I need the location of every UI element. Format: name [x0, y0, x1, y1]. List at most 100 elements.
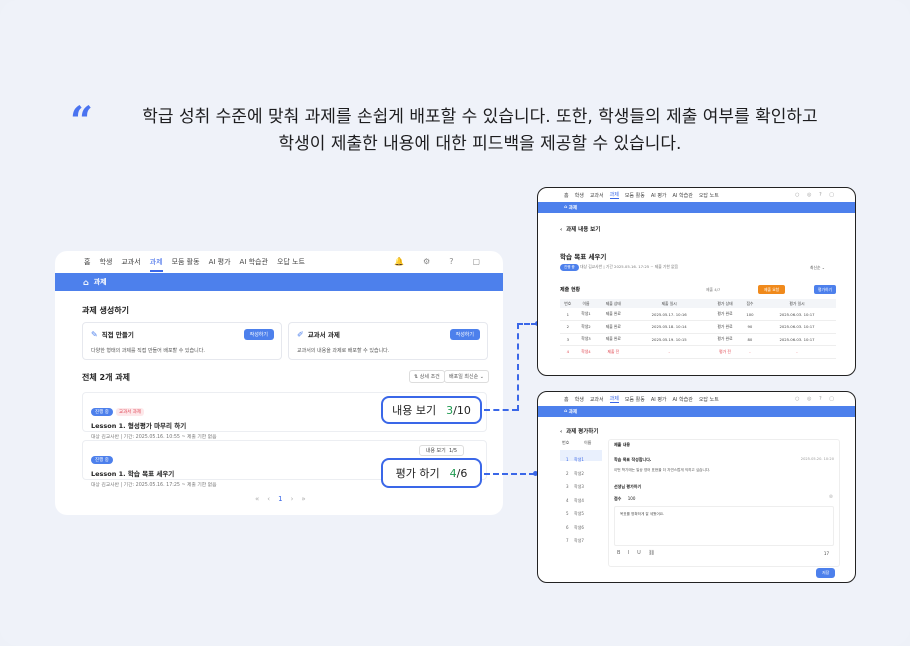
table-row[interactable]: 4 학생4 제출 전 - 평가 전-- [560, 345, 836, 359]
save-button[interactable]: 저장 [816, 568, 836, 578]
nav-item-wrong-note[interactable]: 오답 노트 [699, 192, 719, 199]
filter-label: 상세 조건 [419, 374, 440, 380]
top-nav: 홈 학생 교과서 과제 모둠 활동 AI 평가 AI 학습관 오답 노트 ○ ◎… [538, 188, 855, 202]
student-item[interactable]: 학생7 [574, 534, 584, 548]
score-row: 점수 100 [614, 496, 635, 502]
header-icons[interactable]: ○ ◎ ? ▢ [795, 192, 837, 198]
student-numbers: 1234567 [566, 457, 569, 543]
nav-item-ai-learning[interactable]: AI 학습관 [240, 257, 268, 267]
nav-item-group[interactable]: 모둠 활동 [625, 192, 645, 199]
sort-select[interactable]: 최신순 ⌄ [810, 265, 825, 271]
request-submit-button[interactable]: 제출 요청 [758, 285, 786, 294]
cell: 평가 전 [708, 345, 742, 359]
char-count: 17 [823, 551, 829, 556]
cell: 학생2 [575, 320, 597, 334]
col-header: 번호 [560, 299, 576, 308]
view-content-callout[interactable]: 내용 보기 3/10 [381, 396, 482, 424]
nav-item-wrong-note[interactable]: 오답 노트 [699, 396, 719, 403]
table-row[interactable]: 1 학생1 제출 완료 2025.05.17. 10:16 평가 완료 100 2025.0… [560, 308, 836, 321]
nav-item-assignment[interactable]: 과제 [149, 257, 163, 272]
breadcrumb: 과제 [93, 278, 107, 286]
nav-item-textbook[interactable]: 교과서 [590, 396, 604, 403]
back-title-row[interactable]: ‹ 과제 내용 보기 [560, 225, 600, 233]
grade-button[interactable]: 평가하기 [814, 285, 836, 294]
page-number[interactable]: 1 [278, 495, 282, 503]
format-toolbar[interactable]: B I U ⛓ [617, 550, 658, 556]
nav-item-ai-eval[interactable]: AI 평가 [651, 192, 667, 199]
top-nav: 홈 학생 교과서 과제 모둠 활동 AI 평가 AI 학습관 오답 노트 🔔 ⚙… [55, 251, 503, 273]
textbook-badge: 교과서 과제 [115, 408, 144, 416]
list-title: 전체 2개 과제 [82, 373, 130, 382]
nav-item-ai-eval[interactable]: AI 평가 [651, 396, 667, 403]
cell: 2025.06.03. 10:17 [757, 333, 836, 346]
grade-callout[interactable]: 평가 하기 4/6 [381, 458, 482, 488]
submission-table: 번호 이름 제출 상태 제출 일시 평가 상태 점수 평가 일시 1 학생1 제출 … [560, 299, 836, 359]
nav-item-students[interactable]: 학생 [99, 257, 112, 267]
col-name-header: 이름 [584, 440, 592, 445]
breadcrumb: 과제 [568, 409, 578, 415]
textbook-create-button[interactable]: 작성하기 [449, 329, 480, 340]
bell-icon[interactable]: 🔔 [394, 257, 404, 266]
view-content-button[interactable]: 내용 보기 1/5 [418, 445, 464, 456]
table-row[interactable]: 3 학생3 제출 완료 2025.05.19. 10:15 평가 완료 80 2025.06… [560, 333, 836, 346]
nav-item-textbook[interactable]: 교과서 [121, 257, 140, 267]
cell: 제출 완료 [596, 308, 631, 321]
help-icon[interactable]: ? [449, 257, 453, 266]
cell: 제출 완료 [596, 320, 631, 334]
nav-item-students[interactable]: 학생 [575, 396, 584, 403]
feedback-text: 목표를 명확하게 잘 세웠어요. [620, 512, 665, 516]
assignment-meta: 대상 김교사반 | 기간: 2025.05.16. 10:55 ~ 제출 기한 … [91, 435, 217, 440]
breadcrumb: 과제 [568, 205, 578, 211]
student-item[interactable]: 학생3 [574, 480, 584, 494]
back-title-row[interactable]: ‹ 과제 평가하기 [560, 427, 598, 435]
filter-button[interactable]: ⇅ 상세 조건 [409, 370, 445, 383]
assignment-meta: 대상 김교사반 | 기간 2025.05.16. 17:25 ~ 제출 기한 없… [580, 264, 679, 269]
nav-item-ai-learning[interactable]: AI 학습관 [673, 192, 693, 199]
nav-item-assignment[interactable]: 과제 [609, 395, 619, 403]
feedback-textarea[interactable]: 목표를 명확하게 잘 세웠어요. [614, 506, 834, 546]
nav-item-assignment[interactable]: 과제 [609, 191, 619, 199]
gear-icon[interactable]: ⚙ [423, 257, 430, 266]
page-title: 과제 내용 보기 [566, 227, 601, 233]
sort-select[interactable]: 배포일 최신순 ⌄ [444, 370, 489, 383]
nav-item-home[interactable]: 홈 [84, 257, 90, 267]
nav-item-home[interactable]: 홈 [564, 192, 569, 199]
cell: 평가 완료 [708, 308, 742, 321]
prev-page-icon[interactable]: ‹ [267, 495, 270, 503]
first-page-icon[interactable]: « [255, 495, 259, 503]
student-item[interactable]: 학생1 [574, 453, 584, 467]
student-item[interactable]: 학생5 [574, 507, 584, 521]
student-item[interactable]: 학생2 [574, 467, 584, 481]
nav-item-ai-learning[interactable]: AI 학습관 [673, 396, 693, 403]
textbook-create-card: ✐ 교과서 과제 교과서의 내용을 과제로 배포할 수 있습니다. 작성하기 [288, 322, 488, 360]
connector-line [484, 473, 535, 475]
student-item[interactable]: 학생4 [574, 494, 584, 508]
content-panel: 제출 내용 학습 목표 작성합니다. 2025.05.20. 10:20 이번 … [608, 439, 840, 567]
view-content-label: 내용 보기 [425, 448, 446, 454]
headline-line-2: 학생이 제출한 내용에 대한 피드백을 제공할 수 있습니다. [278, 134, 682, 154]
student-list[interactable]: 학생1 학생2 학생3 학생4 학생5 학생6 학생7 [574, 453, 584, 548]
nav-item-wrong-note[interactable]: 오답 노트 [277, 257, 305, 267]
header-icons[interactable]: ○ ◎ ? ▢ [795, 396, 837, 402]
clear-icon[interactable]: ⊗ [829, 494, 833, 500]
document-icon[interactable]: ▢ [472, 257, 480, 266]
book-icon: ✐ [297, 329, 304, 339]
nav-item-group[interactable]: 모둠 활동 [625, 396, 645, 403]
nav-item-students[interactable]: 학생 [575, 192, 584, 199]
view-content-screen: 홈 학생 교과서 과제 모둠 활동 AI 평가 AI 학습관 오답 노트 ○ ◎… [537, 187, 856, 376]
col-header: 평가 일시 [757, 299, 836, 308]
last-page-icon[interactable]: » [301, 495, 305, 503]
direct-create-button[interactable]: 작성하기 [243, 329, 274, 340]
table-row[interactable]: 2 학생2 제출 완료 2025.05.18. 10:14 평가 완료 90 2025.06… [560, 320, 836, 334]
nav-item-textbook[interactable]: 교과서 [590, 192, 604, 199]
connector-line [517, 323, 519, 411]
direct-title: 직접 만들기 [101, 331, 134, 339]
col-header: 이름 [575, 299, 597, 308]
chevron-down-icon: ⌄ [479, 374, 484, 380]
score-input[interactable]: 100 [628, 496, 636, 501]
nav-item-home[interactable]: 홈 [564, 396, 569, 403]
student-item[interactable]: 학생6 [574, 521, 584, 535]
next-page-icon[interactable]: › [291, 495, 294, 503]
nav-item-ai-eval[interactable]: AI 평가 [209, 257, 231, 267]
nav-item-group[interactable]: 모둠 활동 [172, 257, 200, 267]
